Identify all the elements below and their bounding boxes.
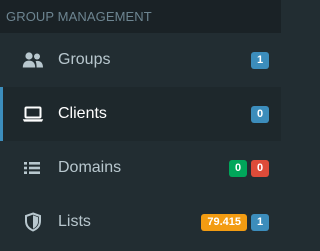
badge-group: 0 bbox=[251, 105, 269, 123]
domain-count-badge: 79.415 bbox=[201, 213, 247, 231]
laptop-icon bbox=[22, 104, 44, 124]
menu-item-groups[interactable]: Groups 1 bbox=[0, 33, 281, 87]
badge-group: 1 bbox=[251, 51, 269, 69]
menu-item-lists[interactable]: Lists 79.415 1 bbox=[0, 195, 281, 249]
list-count-badge: 1 bbox=[251, 213, 269, 231]
section-header: GROUP MANAGEMENT bbox=[0, 0, 281, 33]
list-icon bbox=[22, 158, 44, 178]
menu-item-label: Domains bbox=[58, 159, 122, 176]
badge-group: 0 0 bbox=[229, 159, 269, 177]
group-management-menu: Groups 1 Clients 0 Domains 0 0 Lists 79.… bbox=[0, 33, 281, 249]
count-badge: 1 bbox=[251, 51, 269, 69]
deny-count-badge: 0 bbox=[251, 159, 269, 177]
users-icon bbox=[22, 50, 44, 70]
count-badge: 0 bbox=[251, 105, 269, 123]
menu-item-label: Lists bbox=[58, 213, 91, 230]
menu-item-label: Groups bbox=[58, 51, 111, 68]
group-management-panel: GROUP MANAGEMENT Groups 1 Clients 0 Doma… bbox=[0, 0, 281, 251]
menu-item-label: Clients bbox=[58, 105, 107, 122]
shield-icon bbox=[22, 212, 44, 232]
badge-group: 79.415 1 bbox=[201, 213, 269, 231]
allow-count-badge: 0 bbox=[229, 159, 247, 177]
menu-item-clients[interactable]: Clients 0 bbox=[0, 87, 281, 141]
menu-item-domains[interactable]: Domains 0 0 bbox=[0, 141, 281, 195]
